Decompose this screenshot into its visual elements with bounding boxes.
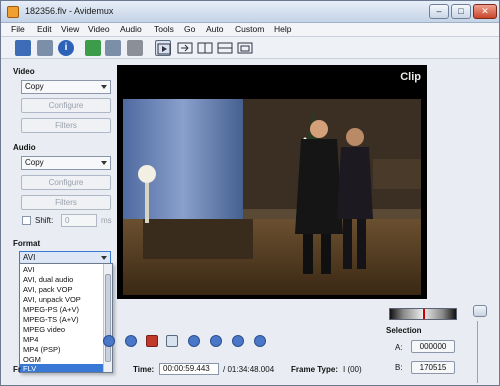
avidemux-window: 182356.flv - Avidemux – □ ✕ File Edit Vi… — [0, 0, 500, 386]
menu-bar: File Edit View Video Audio Tools Go Auto… — [1, 23, 499, 37]
format-option-avi[interactable]: AVI — [20, 265, 104, 276]
shift-unit-label: ms — [101, 216, 112, 225]
output-preview-icon[interactable] — [155, 40, 171, 56]
menu-edit[interactable]: Edit — [37, 24, 52, 34]
shift-label: Shift: — [35, 216, 54, 225]
prev-keyframe-icon[interactable] — [188, 335, 200, 347]
marker-a-icon[interactable] — [146, 335, 158, 347]
menu-tools[interactable]: Tools — [154, 24, 174, 34]
video-codec-value: Copy — [25, 82, 44, 91]
video-preview: Clip — [117, 65, 427, 299]
format-option-mp4[interactable]: MP4 — [20, 335, 104, 346]
open-video-icon[interactable] — [85, 40, 101, 56]
chevron-down-icon — [101, 161, 107, 165]
jog-marker — [423, 309, 425, 319]
shift-checkbox[interactable] — [22, 216, 31, 225]
format-option-avi-unpack-vop[interactable]: AVI, unpack VOP — [20, 295, 104, 306]
stacked-view-icon[interactable] — [217, 40, 233, 56]
menu-go[interactable]: Go — [184, 24, 195, 34]
video-codec-select[interactable]: Copy — [21, 80, 111, 94]
marker-b-icon[interactable] — [166, 335, 178, 347]
split-view-icon[interactable] — [197, 40, 213, 56]
window-title: 182356.flv - Avidemux — [25, 6, 114, 16]
format-option-flv[interactable]: FLV — [20, 364, 104, 372]
dropdown-scroll-thumb[interactable] — [105, 274, 111, 362]
total-time: / 01:34:48.004 — [223, 365, 275, 374]
play-icon[interactable] — [103, 335, 115, 347]
format-dropdown-list: AVI AVI, dual audio AVI, pack VOP AVI, u… — [19, 263, 113, 373]
selection-label: Selection — [386, 326, 422, 335]
selection-a-label: A: — [395, 343, 403, 352]
next-keyframe-icon[interactable] — [210, 335, 222, 347]
audio-configure-button[interactable]: Configure — [21, 175, 111, 190]
info-icon[interactable]: i — [58, 40, 74, 56]
volume-slider-track[interactable] — [477, 321, 487, 383]
close-button[interactable]: ✕ — [473, 4, 497, 19]
title-bar: 182356.flv - Avidemux – □ ✕ — [1, 1, 499, 23]
open-folder-icon[interactable] — [15, 40, 31, 56]
window-view-icon[interactable] — [237, 40, 253, 56]
format-option-mpeg-video[interactable]: MPEG video — [20, 325, 104, 336]
forward-arrow-icon[interactable] — [177, 40, 193, 56]
format-option-avi-pack-vop[interactable]: AVI, pack VOP — [20, 285, 104, 296]
selection-b-button[interactable]: 170515 — [411, 361, 455, 374]
frame-type-value: I (00) — [343, 365, 362, 374]
shift-value: 0 — [65, 216, 70, 225]
time-input[interactable]: 00:00:59.443 — [159, 363, 219, 375]
format-option-mp4-psp[interactable]: MP4 (PSP) — [20, 345, 104, 356]
calculator-icon[interactable] — [127, 40, 143, 56]
toolbar: i — [1, 37, 499, 59]
video-section-label: Video — [13, 67, 35, 76]
video-filters-button[interactable]: Filters — [21, 118, 111, 133]
save-disk-icon[interactable] — [37, 40, 53, 56]
menu-audio[interactable]: Audio — [120, 24, 142, 34]
audio-section-label: Audio — [13, 143, 36, 152]
menu-video[interactable]: Video — [88, 24, 110, 34]
prev-black-icon[interactable] — [232, 335, 244, 347]
menu-auto[interactable]: Auto — [206, 24, 224, 34]
stop-icon[interactable] — [125, 335, 137, 347]
menu-help[interactable]: Help — [274, 24, 291, 34]
dropdown-scrollbar[interactable] — [103, 264, 112, 372]
format-value: AVI — [23, 253, 36, 262]
channel-logo: Clip — [400, 71, 421, 83]
shift-spinbox[interactable]: 0 — [61, 214, 97, 227]
format-section-label: Format — [13, 239, 41, 248]
selection-b-label: B: — [395, 363, 403, 372]
app-icon — [7, 6, 19, 18]
chevron-down-icon — [101, 256, 107, 260]
frame-label: Fr — [13, 365, 21, 374]
video-frame-image — [123, 99, 421, 295]
selection-a-button[interactable]: 000000 — [411, 340, 455, 353]
menu-view[interactable]: View — [61, 24, 79, 34]
menu-file[interactable]: File — [11, 24, 25, 34]
goto-end-icon[interactable] — [254, 335, 266, 347]
audio-codec-value: Copy — [25, 158, 44, 167]
save-video-icon[interactable] — [105, 40, 121, 56]
audio-codec-select[interactable]: Copy — [21, 156, 111, 170]
minimize-button[interactable]: – — [429, 4, 449, 19]
chevron-down-icon — [101, 85, 107, 89]
video-configure-button[interactable]: Configure — [21, 98, 111, 113]
frame-type-label: Frame Type: — [291, 365, 338, 374]
maximize-button[interactable]: □ — [451, 4, 471, 19]
format-option-avi-dual-audio[interactable]: AVI, dual audio — [20, 275, 104, 286]
jog-shuttle[interactable] — [389, 308, 457, 320]
volume-slider-thumb[interactable] — [473, 305, 487, 317]
format-option-mpeg-ts[interactable]: MPEG-TS (A+V) — [20, 315, 104, 326]
format-option-mpeg-ps[interactable]: MPEG-PS (A+V) — [20, 305, 104, 316]
audio-filters-button[interactable]: Filters — [21, 195, 111, 210]
time-label: Time: — [133, 365, 155, 374]
menu-custom[interactable]: Custom — [235, 24, 264, 34]
